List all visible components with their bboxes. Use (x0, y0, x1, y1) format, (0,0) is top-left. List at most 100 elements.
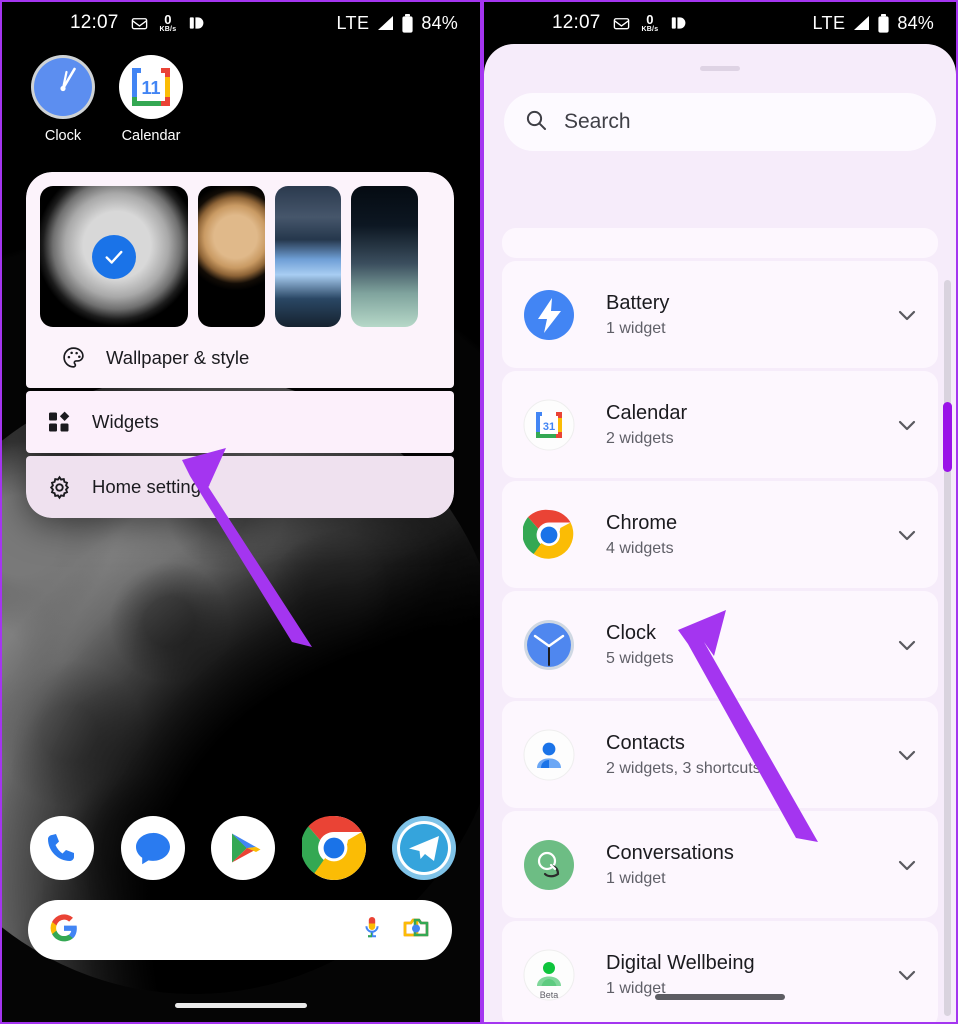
widget-picker-sheet: Search Battery 1 widget 31 Calendar 2 wi… (484, 44, 956, 1022)
data-rate-unit: KB/s (159, 26, 177, 33)
wallpaper-thumb-mars[interactable] (198, 186, 265, 327)
signal-icon (852, 15, 870, 31)
scrollbar-thumb[interactable] (943, 402, 952, 472)
popup-item-wallpaper-style[interactable]: Wallpaper & style (40, 327, 440, 388)
navigation-pill-left[interactable] (175, 1003, 307, 1008)
chevron-down-icon[interactable] (892, 413, 922, 437)
widget-group-subtitle: 1 widget (606, 319, 666, 337)
widget-group-title: Calendar (606, 401, 688, 424)
widget-group-subtitle: 1 widget (606, 869, 666, 887)
widget-group-clock[interactable]: Clock 5 widgets (502, 591, 938, 698)
widget-group-title: Contacts (606, 731, 685, 754)
wallpaper-thumbnails (40, 186, 440, 327)
data-rate-unit: KB/s (641, 26, 659, 33)
battery-widget-icon (522, 288, 576, 342)
dnd-icon (669, 15, 689, 31)
status-time: 12:07 (552, 12, 601, 33)
widget-group-partial[interactable] (502, 228, 938, 258)
calendar-date-badge: 11 (141, 78, 160, 98)
chrome-widget-icon (522, 508, 576, 562)
wallpaper-thumb-gradient[interactable] (351, 186, 418, 327)
gear-icon (44, 475, 74, 500)
network-type: LTE (812, 12, 846, 33)
widget-group-chrome[interactable]: Chrome 4 widgets (502, 481, 938, 588)
widget-group-title: Chrome (606, 511, 678, 534)
widget-group-subtitle: 2 widgets (606, 429, 674, 447)
wallpaper-thumb-waterfall[interactable] (275, 186, 341, 327)
chevron-down-icon[interactable] (892, 963, 922, 987)
contacts-widget-icon (522, 728, 576, 782)
check-icon (92, 234, 136, 279)
chevron-down-icon[interactable] (892, 523, 922, 547)
microphone-icon[interactable] (360, 915, 384, 946)
sheet-drag-handle[interactable] (700, 66, 740, 71)
chevron-down-icon[interactable] (892, 853, 922, 877)
data-rate-icon: 0 KB/s (160, 13, 177, 33)
envelope-icon (130, 14, 149, 33)
widget-group-title: Battery (606, 291, 670, 314)
battery-icon (401, 13, 414, 33)
play-store-app-icon[interactable] (211, 816, 275, 880)
chrome-app-icon[interactable] (300, 815, 366, 880)
home-app-label: Clock (44, 128, 82, 144)
envelope-icon (612, 14, 631, 33)
digital-wellbeing-widget-icon: Beta (522, 948, 576, 1002)
clock-app-icon (26, 50, 100, 124)
status-time: 12:07 (70, 12, 119, 33)
widget-group-title: Conversations (606, 841, 734, 864)
phone-app-icon[interactable] (30, 816, 94, 880)
status-bar-right: 12:07 0 KB/s LTE 84% (484, 2, 956, 44)
widget-group-title: Digital Wellbeing (606, 951, 755, 974)
widget-group-subtitle: 5 widgets (606, 649, 674, 667)
widget-group-battery[interactable]: Battery 1 widget (502, 261, 938, 368)
battery-icon (877, 13, 890, 33)
home-app-calendar[interactable]: 11 Calendar (114, 50, 188, 144)
home-app-label: Calendar (121, 128, 181, 144)
google-g-icon (50, 913, 78, 947)
messages-app-icon[interactable] (120, 816, 185, 880)
widget-group-digital-wellbeing[interactable]: Beta Digital Wellbeing 1 widget (502, 921, 938, 1022)
status-bar-left: 12:07 0 KB/s LTE 84% (2, 2, 480, 44)
wallpaper-card: Wallpaper & style (26, 172, 454, 388)
google-lens-icon[interactable] (402, 915, 430, 946)
popup-item-widgets[interactable]: Widgets (26, 391, 454, 453)
palette-icon (58, 345, 88, 370)
popup-item-label: Wallpaper & style (106, 346, 250, 368)
signal-icon (376, 15, 394, 31)
home-app-row: Clock 11 Calendar (2, 50, 480, 144)
chevron-down-icon[interactable] (892, 633, 922, 657)
widget-group-subtitle: 4 widgets (606, 539, 674, 557)
google-search-widget[interactable] (28, 900, 452, 960)
widget-group-calendar[interactable]: 31 Calendar 2 widgets (502, 371, 938, 478)
svg-text:31: 31 (543, 421, 555, 433)
telegram-app-icon[interactable] (392, 816, 456, 880)
home-screen-panel: 12:07 0 KB/s LTE 84% Clock 11 Calendar W… (0, 0, 482, 1024)
battery-percent: 84% (421, 12, 458, 33)
chevron-down-icon[interactable] (892, 303, 922, 327)
calendar-widget-icon: 31 (522, 398, 576, 452)
widget-group-title: Clock (606, 621, 657, 644)
widget-group-list[interactable]: Battery 1 widget 31 Calendar 2 widgets C… (484, 228, 956, 1022)
conversations-widget-icon (522, 838, 576, 892)
scrollbar-track[interactable] (944, 280, 951, 1016)
widget-group-contacts[interactable]: Contacts 2 widgets, 3 shortcuts (502, 701, 938, 808)
home-app-clock[interactable]: Clock (26, 50, 100, 144)
widget-search-bar[interactable]: Search (504, 93, 936, 151)
navigation-pill-right[interactable] (655, 994, 785, 1000)
widget-group-conversations[interactable]: Conversations 1 widget (502, 811, 938, 918)
chevron-down-icon[interactable] (892, 743, 922, 767)
search-icon (524, 108, 548, 137)
widget-picker-panel: 12:07 0 KB/s LTE 84% Search Battery 1 wi… (482, 0, 958, 1024)
popup-item-home-settings[interactable]: Home settings (26, 456, 454, 518)
widgets-icon (44, 410, 74, 434)
popup-item-label: Home settings (92, 476, 211, 497)
wallpaper-thumb-moon[interactable] (40, 186, 188, 327)
network-type: LTE (336, 12, 370, 33)
data-rate-value: 0 (646, 12, 654, 27)
data-rate-value: 0 (164, 12, 172, 27)
clock-widget-icon (522, 618, 576, 672)
widget-search-input[interactable]: Search (564, 110, 631, 134)
calendar-app-icon: 11 (114, 50, 188, 124)
widget-group-subtitle: 2 widgets, 3 shortcuts (606, 759, 761, 777)
battery-percent: 84% (897, 12, 934, 33)
